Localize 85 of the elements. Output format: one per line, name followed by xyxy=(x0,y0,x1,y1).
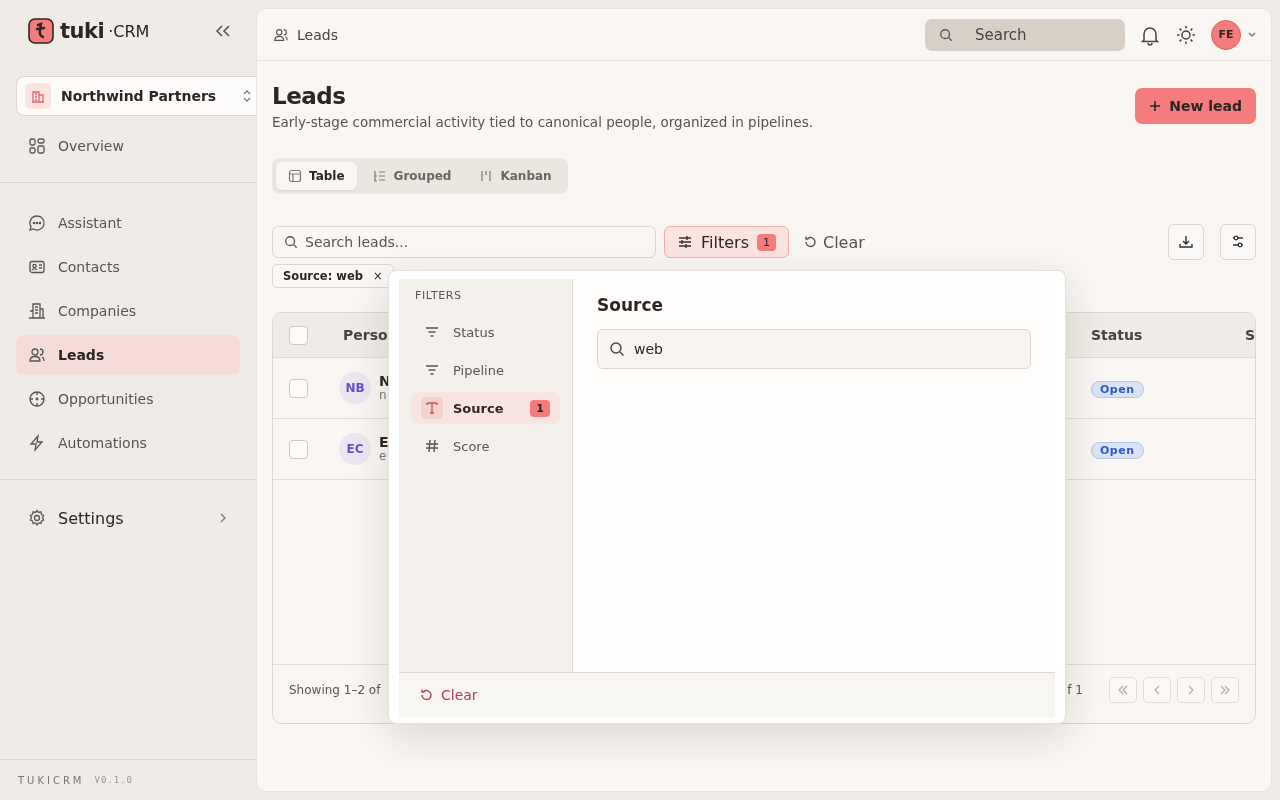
nav-item[interactable]: Assistant xyxy=(16,203,240,243)
status-badge: Open xyxy=(1091,381,1144,398)
nav-item[interactable]: Automations xyxy=(16,423,240,463)
filter-chip[interactable]: Source: web × xyxy=(272,264,394,288)
settings-icon xyxy=(28,509,46,527)
column-header[interactable]: Status xyxy=(1091,327,1143,343)
first-page-button[interactable] xyxy=(1109,677,1137,703)
new-lead-button[interactable]: New lead xyxy=(1135,88,1256,124)
grid-icon xyxy=(28,137,46,155)
building-icon xyxy=(25,83,51,109)
collapse-sidebar-icon[interactable] xyxy=(214,24,232,38)
row-checkbox[interactable] xyxy=(289,378,308,398)
brand-name: tuki xyxy=(60,19,105,43)
download-button[interactable] xyxy=(1168,224,1204,260)
sliders-icon xyxy=(677,234,693,250)
version-label: V0.1.0 xyxy=(94,775,133,785)
status-badge: Open xyxy=(1091,442,1144,459)
table-icon xyxy=(288,169,302,183)
page-subtitle: Early-stage commercial activity tied to canonical people, organized in pipelines. xyxy=(272,114,813,130)
lead-email: n xyxy=(379,389,388,403)
breadcrumb[interactable]: Leads xyxy=(297,26,338,43)
nav-item[interactable]: Overview xyxy=(16,126,240,166)
sliders-icon xyxy=(1230,234,1246,250)
column-header[interactable]: S xyxy=(1245,327,1255,343)
filters-button[interactable]: Filters 1 xyxy=(664,226,789,258)
list-icon xyxy=(372,169,387,183)
source-filter-field[interactable]: web xyxy=(597,329,1031,369)
settings-item[interactable]: Settings xyxy=(16,498,240,538)
select-all-checkbox[interactable] xyxy=(289,325,308,345)
lines-icon xyxy=(424,324,440,340)
updown-chevron-icon xyxy=(242,89,252,103)
lead-email: e xyxy=(379,450,388,464)
people-icon xyxy=(28,346,46,364)
nav-item[interactable]: Leads xyxy=(16,335,240,375)
double-chevron-left-icon xyxy=(1117,684,1129,696)
letter-t-icon xyxy=(424,400,440,416)
page-title: Leads xyxy=(272,83,347,109)
hash-icon xyxy=(424,438,440,454)
search-icon xyxy=(284,235,298,249)
filter-option[interactable]: Score xyxy=(411,430,560,462)
filter-option[interactable]: Pipeline xyxy=(411,354,560,386)
avatar: EC xyxy=(339,433,371,465)
chevron-down-icon xyxy=(1247,30,1257,39)
avatar: NB xyxy=(339,372,371,404)
building-icon xyxy=(28,302,46,320)
sun-icon[interactable] xyxy=(1175,23,1197,46)
reset-icon xyxy=(419,688,433,702)
next-page-button[interactable] xyxy=(1177,677,1205,703)
filter-option[interactable]: Source 1 xyxy=(411,392,560,424)
view-tab[interactable]: Grouped xyxy=(360,162,464,190)
filter-option[interactable]: Status xyxy=(411,316,560,348)
view-tab[interactable]: Table xyxy=(276,162,357,190)
showing-count: Showing 1–2 of xyxy=(289,683,381,697)
filter-panel-title: Source xyxy=(597,295,665,315)
logo-icon xyxy=(28,18,54,44)
last-page-button[interactable] xyxy=(1211,677,1239,703)
search-leads-field[interactable]: Search leads... xyxy=(272,226,656,258)
download-icon xyxy=(1178,234,1194,250)
chat-bubble-icon xyxy=(28,214,46,232)
view-tab[interactable]: Kanban xyxy=(467,162,564,190)
columns-icon xyxy=(479,169,494,183)
column-settings-button[interactable] xyxy=(1220,224,1256,260)
previous-page-button[interactable] xyxy=(1143,677,1171,703)
double-chevron-right-icon xyxy=(1219,684,1231,696)
clear-filters-button[interactable]: Clear xyxy=(796,226,871,258)
page-count: f 1 xyxy=(1067,683,1083,697)
chevron-right-icon xyxy=(218,512,228,524)
nav-item[interactable]: Companies xyxy=(16,291,240,331)
people-icon xyxy=(273,26,289,43)
brand-suffix: ·CRM xyxy=(108,21,150,41)
filters-heading: FILTERS xyxy=(414,288,463,304)
clear-filter-button[interactable]: Clear xyxy=(419,687,478,703)
target-icon xyxy=(28,390,46,408)
nav-item[interactable]: Opportunities xyxy=(16,379,240,419)
nav-item[interactable]: Contacts xyxy=(16,247,240,287)
reset-icon xyxy=(802,235,817,249)
plus-icon xyxy=(1149,100,1162,112)
contact-card-icon xyxy=(28,258,46,276)
column-header[interactable]: Perso xyxy=(343,327,388,343)
lightning-icon xyxy=(28,434,46,452)
footer-brand: TUKICRM xyxy=(18,774,85,786)
lines-icon xyxy=(424,362,440,378)
global-search-field[interactable]: Search xyxy=(925,18,1125,51)
row-checkbox[interactable] xyxy=(289,439,308,459)
lead-name[interactable]: E xyxy=(379,434,389,451)
